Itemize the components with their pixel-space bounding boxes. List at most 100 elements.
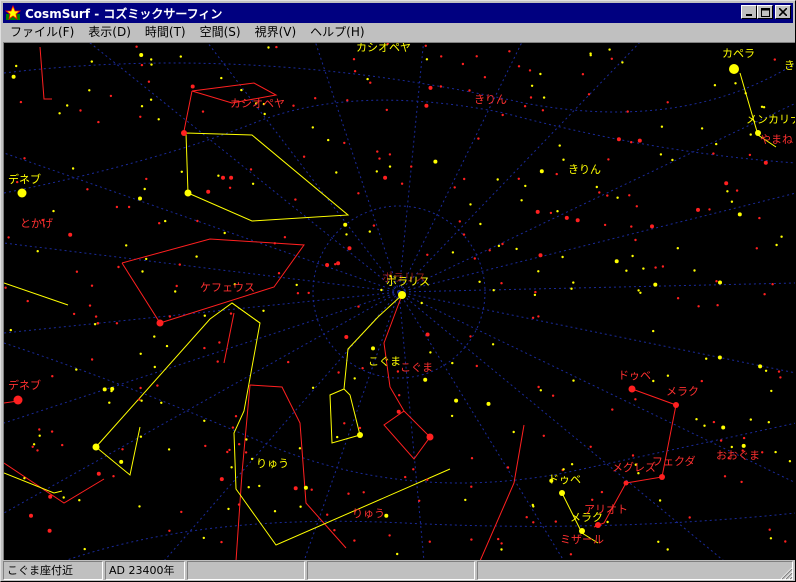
star-map[interactable]: カシオペヤ カシオペヤ きりん きりん カペラ き メンカリナン やまね デネブ…: [4, 43, 795, 560]
star-dot: [450, 414, 454, 418]
menu-space[interactable]: 空間(S): [193, 23, 248, 41]
star-dot: [695, 418, 698, 421]
star-dot: [352, 58, 356, 61]
star-dot: [426, 478, 429, 481]
star-dot: [204, 444, 207, 448]
star-ursa-minor-y: [357, 432, 363, 438]
status-date: AD 23400年: [105, 561, 185, 580]
star-polaris: [398, 291, 406, 299]
star-dot: [470, 485, 473, 488]
star-dot: [150, 58, 153, 61]
star-dot: [302, 155, 306, 158]
star-dot: [38, 428, 41, 431]
star-megrez: [623, 480, 629, 486]
star-dot: [726, 190, 729, 193]
title-bar[interactable]: CosmSurf - コズミックサーフィン: [3, 3, 793, 23]
star-dot: [357, 305, 360, 308]
star-dot: [676, 297, 680, 300]
star-dot: [606, 520, 609, 524]
star-dot: [250, 457, 254, 461]
star-dot: [361, 367, 364, 370]
star-dot: [190, 84, 195, 89]
star-dot: [7, 236, 10, 239]
label-mizar: ミザール: [560, 533, 604, 546]
star-dot: [249, 168, 253, 171]
star-dot: [628, 194, 631, 197]
star-dot: [263, 112, 266, 116]
star-dot: [145, 177, 148, 181]
star-dot: [119, 459, 124, 464]
star-dot: [748, 153, 752, 157]
star-dot: [298, 447, 302, 450]
star-dot: [614, 259, 619, 264]
star-dot: [512, 430, 515, 434]
star-dot: [535, 209, 540, 214]
star-dot: [112, 475, 115, 478]
star-dot: [517, 177, 520, 180]
menu-sight[interactable]: 視界(V): [248, 23, 304, 41]
star-dot: [90, 284, 94, 287]
star-dot: [737, 212, 742, 217]
star-dot: [36, 250, 39, 253]
star-dot: [653, 282, 658, 287]
star-dot: [180, 510, 183, 514]
resize-grip-icon[interactable]: [779, 566, 793, 580]
star-dot: [50, 430, 54, 433]
star-dot: [168, 529, 171, 532]
star-dot: [703, 424, 706, 427]
star-dot: [556, 210, 559, 213]
close-button[interactable]: [775, 5, 791, 19]
menu-help[interactable]: ヘルプ(H): [303, 23, 371, 41]
star-dot: [418, 499, 421, 502]
star-dot: [496, 178, 499, 181]
star-dot: [157, 118, 160, 121]
maximize-button[interactable]: [757, 5, 773, 19]
star-dot: [428, 85, 433, 90]
star-dot: [549, 211, 553, 215]
star-dot: [139, 115, 142, 119]
star-dot: [378, 157, 381, 160]
star-dot: [497, 537, 500, 541]
star-deneb-red: [13, 395, 23, 405]
star-dubhe-yellow: [559, 490, 565, 496]
star-dot: [530, 84, 534, 87]
star-dot: [11, 74, 16, 79]
star-dot: [497, 244, 501, 248]
star-dot: [88, 89, 91, 92]
minimize-button[interactable]: [741, 5, 757, 19]
star-dot: [517, 65, 521, 68]
star-dot: [227, 507, 230, 511]
star-dot: [523, 105, 527, 108]
menu-file[interactable]: ファイル(F): [3, 23, 81, 41]
star-dot: [206, 189, 211, 194]
menu-view[interactable]: 表示(D): [81, 23, 138, 41]
star-dot: [333, 529, 336, 532]
star-dot: [537, 385, 540, 389]
star-dot: [537, 315, 540, 318]
label-camelopardalis-r: きりん: [474, 93, 507, 106]
star-dot: [501, 113, 504, 117]
star-kochab: [426, 433, 434, 441]
star-dot: [238, 443, 241, 446]
star-dot: [779, 376, 782, 379]
star-dot: [23, 157, 26, 160]
star-dot: [140, 63, 144, 67]
star-dot: [717, 355, 722, 360]
sky-view-canvas[interactable]: カシオペヤ カシオペヤ きりん きりん カペラ き メンカリナン やまね デネブ…: [3, 42, 795, 560]
star-dot: [358, 426, 362, 430]
star-dot: [650, 224, 654, 229]
star-dot: [201, 110, 205, 113]
menu-time[interactable]: 時間(T): [138, 23, 193, 41]
star-merak: [673, 402, 679, 408]
star-dot: [237, 503, 241, 506]
app-icon[interactable]: [5, 5, 21, 21]
star-dot: [4, 286, 7, 289]
star-dot: [388, 165, 392, 168]
label-alioth: アリオト: [584, 503, 628, 516]
star-dot: [630, 225, 633, 228]
star-dot: [554, 520, 557, 523]
star-dot: [93, 323, 97, 326]
star-dot: [228, 448, 231, 452]
star-dot: [52, 209, 55, 213]
star-dot: [423, 377, 428, 382]
